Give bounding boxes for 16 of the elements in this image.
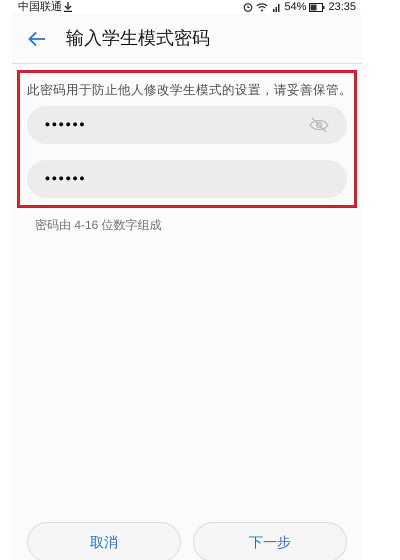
- alarm-icon: [243, 2, 254, 12]
- password-note: 此密码用于防止他人修改学生模式的设置，请妥善保管。: [27, 82, 347, 99]
- carrier-name: 中国联通: [18, 0, 62, 15]
- password-hint: 密码由 4-16 位数字组成: [35, 216, 163, 234]
- page-title: 输入学生模式密码: [66, 27, 210, 50]
- wifi-icon: [256, 2, 268, 12]
- action-button[interactable]: 取消: [27, 522, 181, 560]
- battery-percent: 54%: [284, 0, 306, 15]
- clock-time: 23:35: [328, 0, 356, 15]
- action-button[interactable]: 下一步: [193, 522, 347, 560]
- password-field[interactable]: ••••••: [27, 106, 347, 144]
- back-arrow-icon[interactable]: [28, 30, 46, 46]
- signal-icon: [271, 2, 282, 12]
- battery-icon: [309, 2, 326, 12]
- download-icon: [64, 2, 72, 12]
- password-field[interactable]: ••••••: [27, 160, 347, 198]
